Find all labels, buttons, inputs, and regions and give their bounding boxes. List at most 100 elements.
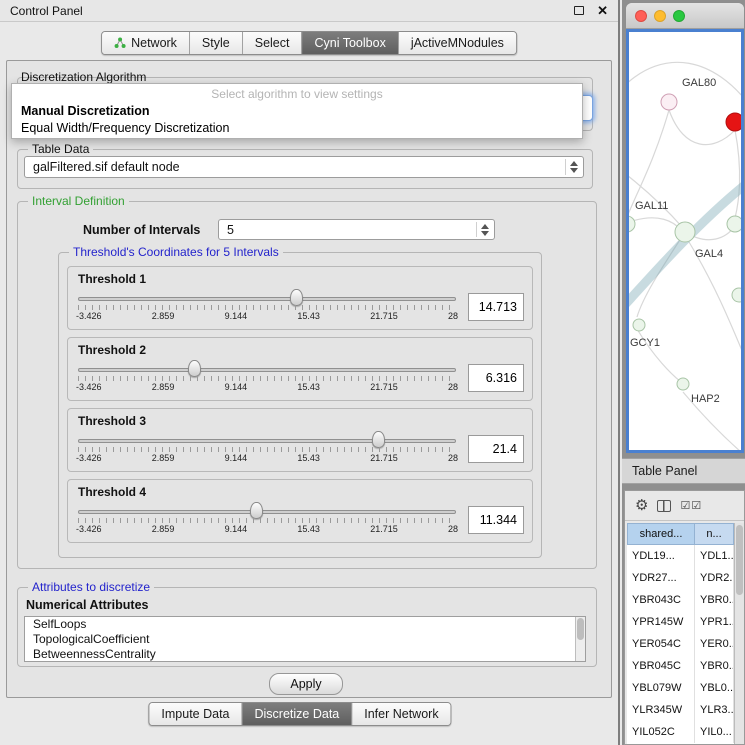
table-cell[interactable]: YLR345W [627, 699, 695, 721]
numerical-attributes-list[interactable]: SelfLoops TopologicalCoefficient Between… [24, 616, 586, 662]
number-of-intervals-combobox[interactable]: 5 [218, 219, 495, 240]
network-view-window: GAL80 GAL11 GAL4 GCY1 HAP2 [625, 2, 745, 454]
bottom-tab-bar: Impute Data Discretize Data Infer Networ… [148, 702, 451, 726]
table-cell[interactable]: YDL1... [695, 545, 734, 567]
table-cell[interactable]: YIL0... [695, 721, 734, 743]
network-node-gal4[interactable] [675, 222, 695, 242]
network-node[interactable] [727, 216, 743, 232]
threshold-2-slider[interactable]: -3.4262.8599.14415.4321.71528 [76, 358, 458, 398]
minimize-traffic-light-icon[interactable] [654, 10, 666, 22]
slider-ticks [78, 305, 456, 310]
table-cell[interactable]: YIL052C [627, 721, 695, 743]
table-cell[interactable]: YDL19... [627, 545, 695, 567]
slider-handle[interactable] [188, 360, 201, 377]
slider-track[interactable] [78, 368, 456, 372]
threshold-3-value-box[interactable]: 21.4 [468, 435, 524, 463]
table-data-group-box: Table Data galFiltered.sif default node [17, 149, 593, 189]
network-canvas[interactable]: GAL80 GAL11 GAL4 GCY1 HAP2 [629, 32, 741, 450]
table-cell[interactable]: YBR0... [695, 655, 734, 677]
table-cell[interactable]: YDR27... [627, 567, 695, 589]
algorithm-dropdown-popup: Select algorithm to view settings Manual… [11, 83, 583, 139]
screen: Control Panel ✕ Network Style Select Cyn… [0, 0, 745, 745]
slider-ticks [78, 376, 456, 381]
threshold-3-slider[interactable]: -3.4262.8599.14415.4321.71528 [76, 429, 458, 469]
table-cell[interactable]: YER0... [695, 633, 734, 655]
float-window-icon[interactable] [574, 6, 584, 15]
thresholds-group-box: Threshold's Coordinates for 5 Intervals … [58, 252, 542, 558]
close-traffic-light-icon[interactable] [635, 10, 647, 22]
slider-track[interactable] [78, 510, 456, 514]
threshold-3-panel: Threshold 3 -3.4262.8599.14415.4321.7152… [67, 408, 533, 472]
tab-infer-network[interactable]: Infer Network [352, 703, 450, 725]
threshold-1-value-box[interactable]: 14.713 [468, 293, 524, 321]
table-cell[interactable]: YBR0... [695, 589, 734, 611]
list-item[interactable]: BetweennessCentrality [25, 647, 585, 662]
node-label-gal11: GAL11 [635, 200, 668, 212]
network-window-titlebar[interactable] [626, 3, 744, 29]
stepper-icon[interactable] [565, 159, 581, 175]
list-scrollbar[interactable] [575, 617, 585, 661]
table-cell[interactable]: YPR145W [627, 611, 695, 633]
dropdown-hint: Select algorithm to view settings [12, 86, 582, 103]
threshold-2-value-box[interactable]: 6.316 [468, 364, 524, 392]
threshold-4-panel: Threshold 4 -3.4262.8599.14415.4321.7152… [67, 479, 533, 543]
tab-select[interactable]: Select [243, 32, 303, 54]
zoom-traffic-light-icon[interactable] [673, 10, 685, 22]
network-node-gal11[interactable] [629, 216, 635, 232]
menu-item-equal-width-frequency[interactable]: Equal Width/Frequency Discretization [12, 120, 582, 137]
network-node-selected-red[interactable] [726, 113, 743, 131]
node-label-gcy1: GCY1 [630, 337, 660, 349]
tab-discretize-data[interactable]: Discretize Data [243, 703, 353, 725]
table-data-combobox[interactable]: galFiltered.sif default node [24, 156, 584, 178]
scrollbar-thumb[interactable] [577, 618, 584, 640]
tick-labels: -3.4262.8599.14415.4321.71528 [76, 453, 458, 463]
table-panel-title: Table Panel [632, 464, 697, 478]
network-node-hap2[interactable] [677, 378, 689, 390]
network-node[interactable] [732, 288, 743, 302]
table-scrollbar[interactable] [734, 523, 744, 744]
slider-track[interactable] [78, 297, 456, 301]
table-cell[interactable]: YPR1... [695, 611, 734, 633]
tick-labels: -3.4262.8599.14415.4321.71528 [76, 311, 458, 321]
settings-gear-icon[interactable]: ⚙ [635, 498, 648, 513]
stepper-icon[interactable] [476, 222, 492, 237]
slider-handle[interactable] [290, 289, 303, 306]
column-layout-icon[interactable] [657, 500, 671, 512]
table-data-value: galFiltered.sif default node [33, 160, 180, 174]
apply-button[interactable]: Apply [269, 673, 343, 695]
select-columns-icon[interactable]: ☑☑ [680, 499, 702, 512]
tab-network[interactable]: Network [102, 32, 190, 54]
tab-cyni-toolbox[interactable]: Cyni Toolbox [302, 32, 398, 54]
network-node-gcy1[interactable] [633, 319, 645, 331]
menu-item-manual-discretization[interactable]: Manual Discretization [12, 103, 582, 120]
network-view-frame: GAL80 GAL11 GAL4 GCY1 HAP2 [626, 29, 744, 453]
table-cell[interactable]: YBR045C [627, 655, 695, 677]
table-cell[interactable]: YER054C [627, 633, 695, 655]
threshold-4-slider[interactable]: -3.4262.8599.14415.4321.71528 [76, 500, 458, 540]
table-panel-titlebar: Table Panel [622, 458, 745, 484]
table-cell[interactable]: YBL0... [695, 677, 734, 699]
node-label-gal80: GAL80 [682, 77, 716, 89]
close-icon[interactable]: ✕ [597, 4, 608, 17]
list-item[interactable]: SelfLoops [25, 617, 585, 632]
slider-handle[interactable] [372, 431, 385, 448]
network-graph [629, 32, 743, 452]
slider-track[interactable] [78, 439, 456, 443]
table-cell[interactable]: YLR3... [695, 699, 734, 721]
table-cell[interactable]: YBR043C [627, 589, 695, 611]
network-node-gal80[interactable] [661, 94, 677, 110]
slider-handle[interactable] [250, 502, 263, 519]
tab-style[interactable]: Style [190, 32, 243, 54]
node-label-gal4: GAL4 [695, 248, 723, 260]
table-cell[interactable]: YDR2... [695, 567, 734, 589]
list-item[interactable]: TopologicalCoefficient [25, 632, 585, 647]
scrollbar-thumb[interactable] [736, 525, 743, 595]
interval-definition-label: Interval Definition [28, 194, 129, 208]
threshold-1-slider[interactable]: -3.4262.8599.14415.4321.71528 [76, 287, 458, 327]
tab-impute-data[interactable]: Impute Data [149, 703, 242, 725]
tab-jactivemnodules[interactable]: jActiveMNodules [399, 32, 516, 54]
table-cell[interactable]: YBL079W [627, 677, 695, 699]
threshold-4-value-box[interactable]: 11.344 [468, 506, 524, 534]
column-header-name[interactable]: n... [695, 523, 734, 545]
column-header-shared-name[interactable]: shared... [627, 523, 695, 545]
